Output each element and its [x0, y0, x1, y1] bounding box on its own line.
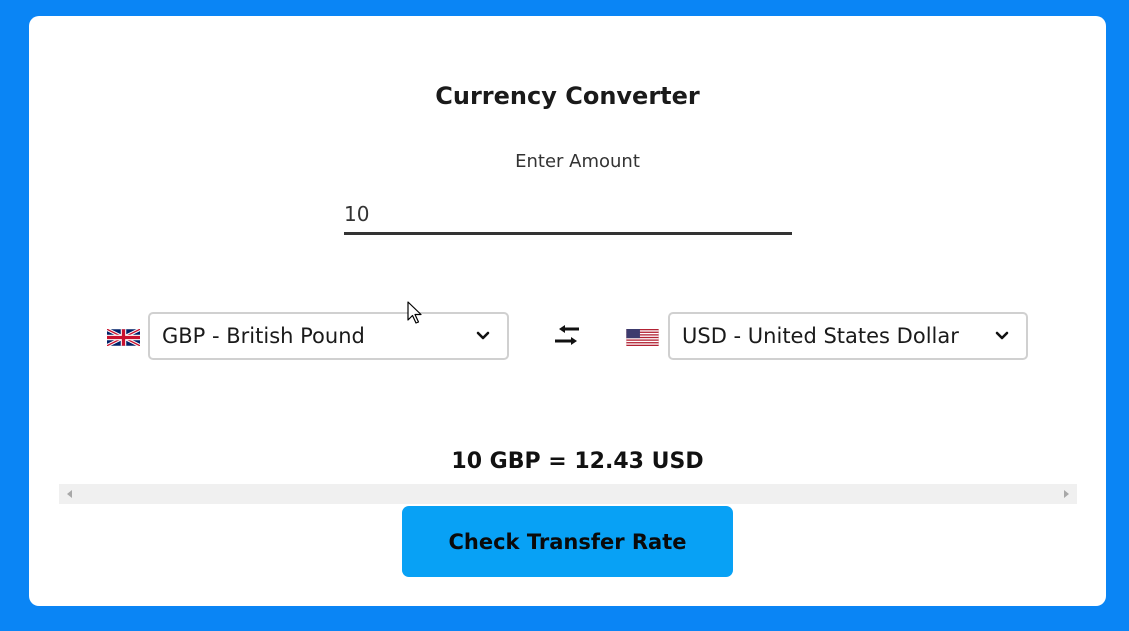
- amount-input[interactable]: [344, 196, 792, 235]
- to-currency-select[interactable]: USD - United States Dollar: [668, 312, 1028, 360]
- from-currency-value: GBP - British Pound: [162, 324, 365, 348]
- conversion-result: 10 GBP = 12.43 USD: [451, 449, 704, 474]
- converter-card: Currency Converter Enter Amount GBP - Br…: [29, 16, 1106, 606]
- chevron-down-icon: [995, 331, 1009, 340]
- horizontal-scrollbar[interactable]: [59, 484, 1077, 504]
- to-currency-value: USD - United States Dollar: [682, 324, 959, 348]
- mouse-cursor-icon: [407, 301, 422, 324]
- scroll-left-icon[interactable]: [67, 490, 72, 498]
- page-title: Currency Converter: [435, 82, 700, 110]
- check-transfer-rate-button[interactable]: Check Transfer Rate: [402, 506, 733, 577]
- swap-currencies-icon[interactable]: [551, 325, 585, 349]
- uk-flag-icon: [107, 329, 140, 346]
- scroll-right-icon[interactable]: [1064, 490, 1069, 498]
- chevron-down-icon: [476, 331, 490, 340]
- from-currency-select[interactable]: GBP - British Pound: [148, 312, 509, 360]
- us-flag-icon: [626, 329, 659, 346]
- amount-label: Enter Amount: [515, 151, 640, 172]
